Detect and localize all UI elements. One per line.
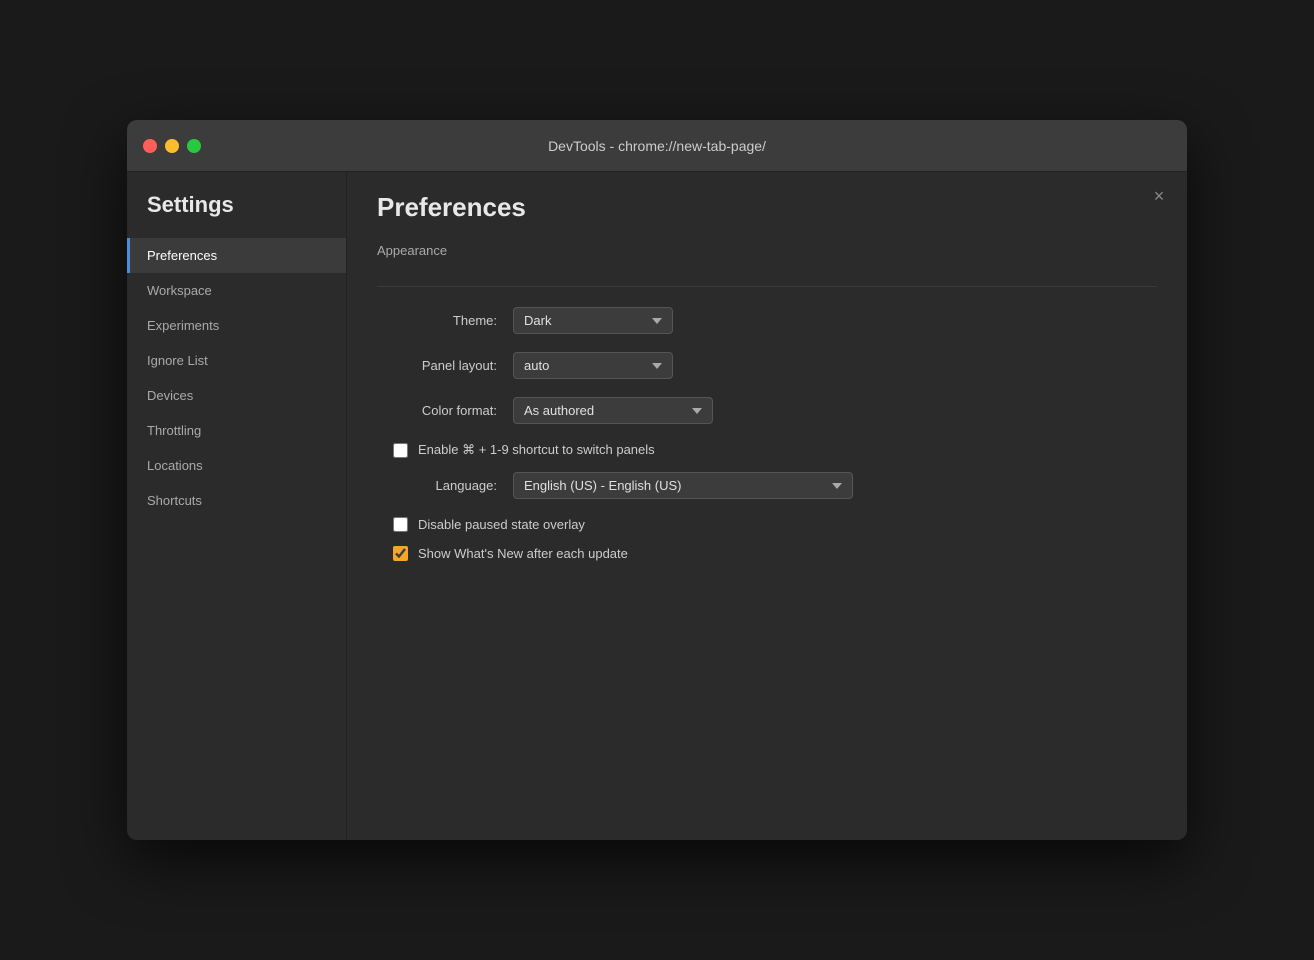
show-whats-new-row: Show What's New after each update — [377, 546, 1157, 561]
disable-paused-label: Disable paused state overlay — [418, 517, 585, 532]
theme-select[interactable]: Dark System preference Light — [513, 307, 673, 334]
divider — [377, 286, 1157, 287]
titlebar: DevTools - chrome://new-tab-page/ — [127, 120, 1187, 172]
shortcut-label: Enable ⌘ + 1-9 shortcut to switch panels — [418, 442, 655, 458]
sidebar-item-throttling[interactable]: Throttling — [127, 413, 346, 448]
sidebar-item-shortcuts[interactable]: Shortcuts — [127, 483, 346, 518]
close-button[interactable] — [143, 139, 157, 153]
language-select[interactable]: English (US) - English (US) Deutsch Espa… — [513, 472, 853, 499]
sidebar-item-locations[interactable]: Locations — [127, 448, 346, 483]
language-label: Language: — [377, 478, 497, 493]
color-format-select[interactable]: As authored HEX RGB HSL — [513, 397, 713, 424]
sidebar-item-experiments[interactable]: Experiments — [127, 308, 346, 343]
color-format-row: Color format: As authored HEX RGB HSL — [377, 397, 1157, 424]
settings-close-button[interactable]: × — [1147, 184, 1171, 208]
show-whats-new-checkbox[interactable] — [393, 546, 408, 561]
shortcut-checkbox[interactable] — [393, 443, 408, 458]
section-appearance-title: Appearance — [377, 243, 1157, 266]
theme-label: Theme: — [377, 313, 497, 328]
devtools-window: DevTools - chrome://new-tab-page/ Settin… — [127, 120, 1187, 840]
sidebar-item-workspace[interactable]: Workspace — [127, 273, 346, 308]
color-format-label: Color format: — [377, 403, 497, 418]
window-body: Settings Preferences Workspace Experimen… — [127, 172, 1187, 840]
panel-layout-select[interactable]: auto horizontal vertical — [513, 352, 673, 379]
sidebar-heading: Settings — [127, 192, 346, 238]
panel-layout-row: Panel layout: auto horizontal vertical — [377, 352, 1157, 379]
sidebar-item-devices[interactable]: Devices — [127, 378, 346, 413]
disable-paused-row: Disable paused state overlay — [377, 517, 1157, 532]
window-title: DevTools - chrome://new-tab-page/ — [548, 138, 766, 154]
page-title: Preferences — [377, 192, 1157, 223]
theme-row: Theme: Dark System preference Light — [377, 307, 1157, 334]
content-area: Appearance Theme: Dark System preference… — [347, 233, 1187, 840]
sidebar-item-preferences[interactable]: Preferences — [127, 238, 346, 273]
show-whats-new-label: Show What's New after each update — [418, 546, 628, 561]
minimize-button[interactable] — [165, 139, 179, 153]
language-row: Language: English (US) - English (US) De… — [377, 472, 1157, 499]
sidebar-item-ignore-list[interactable]: Ignore List — [127, 343, 346, 378]
traffic-lights — [143, 139, 201, 153]
shortcut-checkbox-row: Enable ⌘ + 1-9 shortcut to switch panels — [377, 442, 1157, 458]
main-content: × Preferences Appearance Theme: Dark Sys… — [347, 172, 1187, 840]
sidebar: Settings Preferences Workspace Experimen… — [127, 172, 347, 840]
disable-paused-checkbox[interactable] — [393, 517, 408, 532]
maximize-button[interactable] — [187, 139, 201, 153]
panel-layout-label: Panel layout: — [377, 358, 497, 373]
main-header: Preferences — [347, 172, 1187, 233]
